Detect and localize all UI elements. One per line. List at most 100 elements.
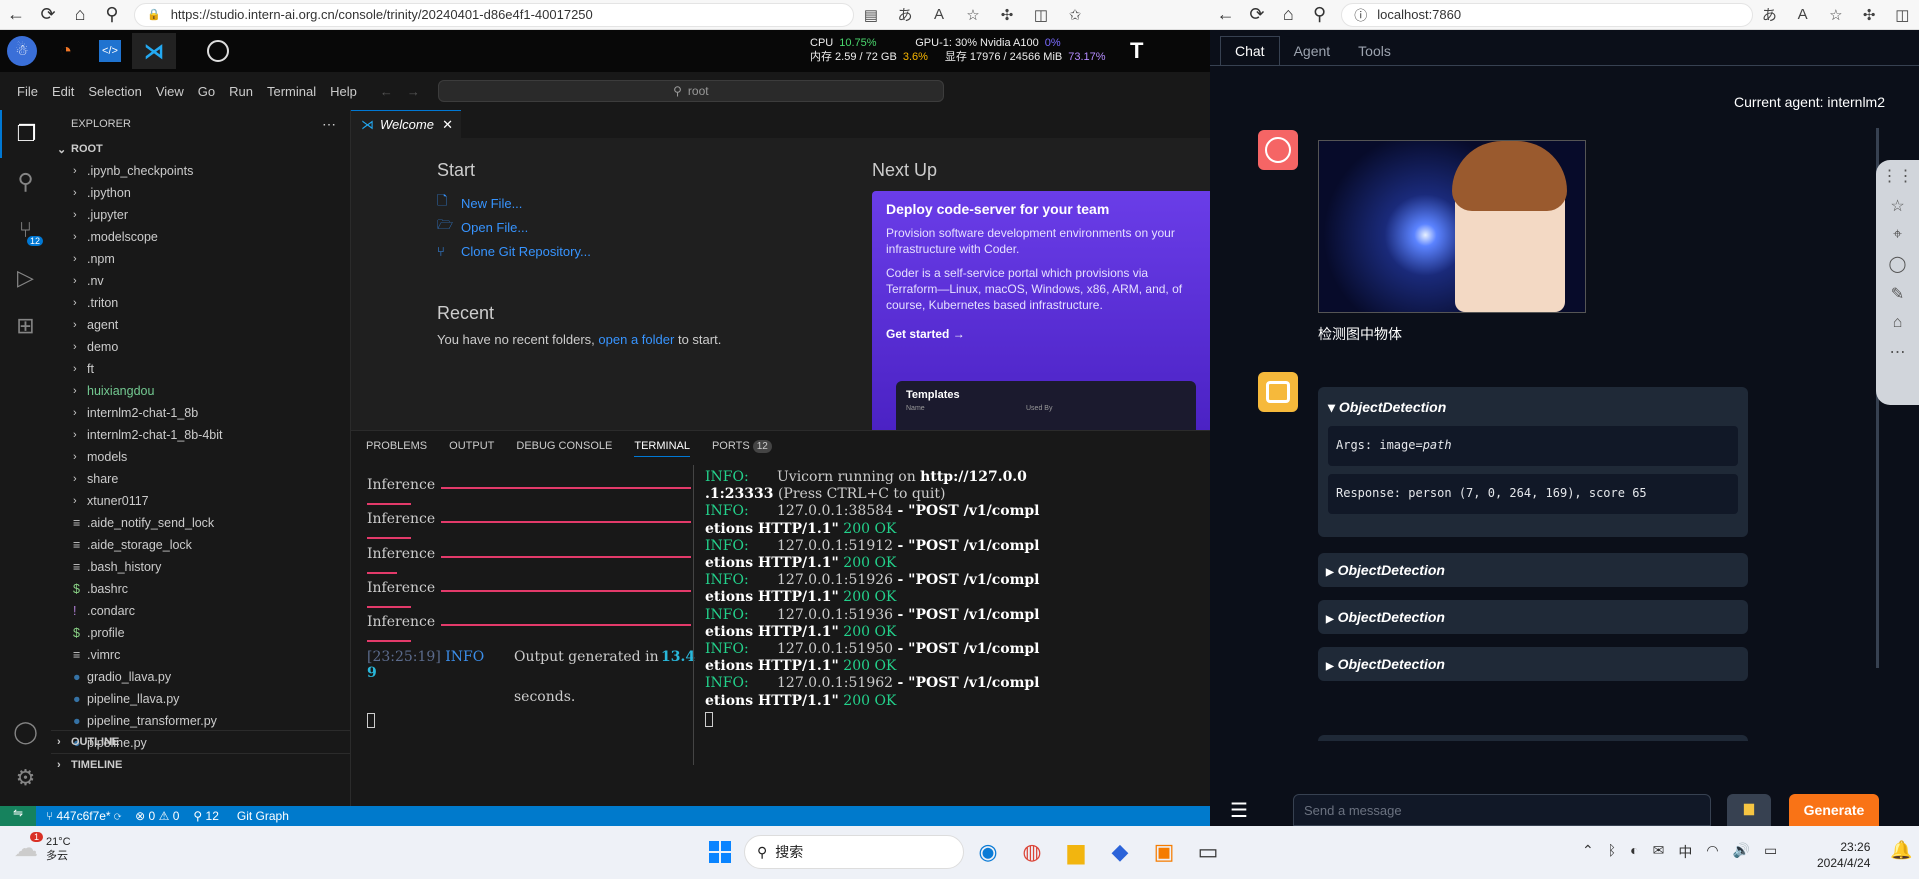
back-icon[interactable]: ← (0, 4, 32, 25)
extensions-icon[interactable]: ✣ (990, 6, 1024, 24)
back-icon[interactable]: ← (1210, 4, 1241, 25)
tree-folder[interactable]: › .ipython (51, 182, 350, 204)
split-screen-icon[interactable]: ◫ (1886, 6, 1919, 24)
windows-start-icon[interactable] (700, 832, 740, 872)
open-file-link[interactable]: 🗁 Open File... (437, 215, 767, 239)
nav-back-icon[interactable]: ← (380, 84, 393, 99)
tab-tools[interactable]: Tools (1344, 37, 1405, 65)
open-folder-link[interactable]: open a folder (598, 332, 674, 347)
terminal-icon[interactable]: ▭ (1188, 832, 1228, 872)
menu-terminal[interactable]: Terminal (260, 84, 323, 99)
refresh-icon[interactable]: ⟳ (1241, 4, 1272, 25)
terminal-left[interactable]: Inference Inference Inference Inference Infe… (351, 465, 695, 765)
tree-folder[interactable]: › agent (51, 314, 350, 336)
compass-icon[interactable] (196, 33, 240, 69)
menu-selection[interactable]: Selection (81, 84, 148, 99)
code-icon[interactable]: </> (88, 33, 132, 69)
tree-folder[interactable]: › huixiangdou (51, 380, 350, 402)
command-center-search[interactable]: ⚲ root (437, 80, 944, 102)
settings-gear-icon[interactable]: ⚙ (0, 754, 51, 802)
run-debug-icon[interactable]: ▷ (0, 254, 51, 302)
menu-help[interactable]: Help (323, 84, 364, 99)
weather-widget[interactable]: ☁ 1 21°C 多云 (14, 832, 71, 863)
extensions-icon[interactable]: ✣ (1853, 6, 1886, 24)
ports-item[interactable]: ⚲ 12 (193, 809, 219, 823)
coder-promo-card[interactable]: Deploy code-server for your team Provisi… (872, 191, 1210, 431)
tree-folder[interactable]: › internlm2-chat-1_8b-4bit (51, 424, 350, 446)
tree-folder[interactable]: › ft (51, 358, 350, 380)
address-bar[interactable]: 🔒 https://studio.intern-ai.org.cn/consol… (134, 2, 854, 27)
terminal-right[interactable]: INFO: Uvicorn running on http://127.0.0 .1… (701, 465, 1201, 785)
tree-folder[interactable]: › .triton (51, 292, 350, 314)
read-aloud-icon[interactable]: A (922, 6, 956, 23)
clock[interactable]: 23:26 2024/4/24 (1817, 839, 1870, 871)
tab-welcome[interactable]: ⋊ Welcome ✕ (351, 110, 461, 138)
home-icon[interactable]: ⌂ (64, 4, 96, 25)
sublime-icon[interactable]: ▣ (1144, 832, 1184, 872)
menu-view[interactable]: View (149, 84, 191, 99)
tree-folder[interactable]: › demo (51, 336, 350, 358)
panel-tab-terminal[interactable]: TERMINAL (634, 440, 690, 457)
tree-file[interactable]: ● pipeline_llava.py (51, 688, 350, 710)
tree-folder[interactable]: › .npm (51, 248, 350, 270)
chevron-up-icon[interactable]: ⌃ (1582, 842, 1594, 862)
explorer-icon[interactable]: ❐ (0, 110, 51, 158)
vscode-icon[interactable]: ⋊ (132, 33, 176, 69)
refresh-icon[interactable]: ⟳ (32, 4, 64, 25)
split-screen-icon[interactable]: ◫ (1024, 6, 1058, 24)
pen-icon[interactable]: ✎ (1891, 284, 1904, 304)
tree-folder[interactable]: › .ipynb_checkpoints (51, 160, 350, 182)
taskbar-search[interactable]: ⚲ 搜索 (744, 835, 964, 869)
tree-file[interactable]: $ .bashrc (51, 578, 350, 600)
tree-folder[interactable]: › xtuner0117 (51, 490, 350, 512)
tree-file[interactable]: ≡ .aide_notify_send_lock (51, 512, 350, 534)
tree-folder[interactable]: › internlm2-chat-1_8b (51, 402, 350, 424)
panel-tab-output[interactable]: OUTPUT (449, 440, 494, 452)
timeline-section[interactable]: › TIMELINE (51, 753, 351, 775)
app-icon[interactable]: ◆ (1100, 832, 1140, 872)
menu-go[interactable]: Go (191, 84, 222, 99)
tab-agent[interactable]: Agent (1280, 37, 1345, 65)
tab-chat[interactable]: Chat (1220, 36, 1280, 65)
more-actions-icon[interactable]: ⋯ (322, 116, 336, 133)
chrome-icon[interactable]: ◍ (1012, 832, 1052, 872)
close-icon[interactable]: ✕ (442, 117, 453, 133)
nav-forward-icon[interactable]: → (407, 84, 420, 99)
branch-item[interactable]: ⑂ 447c6f7e* ⟳ (46, 809, 121, 823)
clone-repo-link[interactable]: ⑂ Clone Git Repository... (437, 239, 767, 263)
tree-file[interactable]: ≡ .vimrc (51, 644, 350, 666)
tree-root[interactable]: ⌄ ROOT (51, 138, 350, 160)
address-bar[interactable]: ⓘ localhost:7860 (1341, 2, 1753, 27)
tree-folder[interactable]: › share (51, 468, 350, 490)
search-icon[interactable]: ⚲ (96, 4, 128, 25)
tool-call-collapsed[interactable]: ▶ ObjectDetection (1318, 553, 1748, 587)
menu-file[interactable]: File (10, 84, 45, 99)
home-icon[interactable]: ⌂ (1893, 314, 1903, 332)
apps-grid-icon[interactable]: ⋮⋮ (1882, 166, 1914, 186)
search-icon[interactable]: ⚲ (0, 158, 51, 206)
new-file-link[interactable]: 🗋 New File... (437, 191, 767, 215)
source-control-icon[interactable]: ⑂ 12 (0, 206, 51, 254)
favorites-bar-icon[interactable]: ✩ (1058, 6, 1092, 24)
tree-file[interactable]: ● gradio_llava.py (51, 666, 350, 688)
tool-call-collapsed[interactable]: ▶ ObjectDetection (1318, 600, 1748, 634)
reader-icon[interactable]: ▤ (854, 6, 888, 24)
tree-folder[interactable]: › .jupyter (51, 204, 350, 226)
outline-section[interactable]: › OUTLINE (51, 731, 351, 753)
menu-hamburger-icon[interactable]: ☰ (1230, 798, 1248, 823)
tool-call-summary[interactable]: ▾ ObjectDetection (1328, 399, 1738, 416)
file-explorer-icon[interactable]: ▆ (1056, 832, 1096, 872)
ime-language[interactable]: 中 (1678, 842, 1692, 862)
favorite-icon[interactable]: ☆ (956, 6, 990, 24)
tree-folder[interactable]: › .nv (51, 270, 350, 292)
star-icon[interactable]: ☆ (1890, 196, 1904, 216)
upload-file-button[interactable]: ▆ (1727, 794, 1771, 826)
studio-logo-icon[interactable]: ☃ (0, 33, 44, 69)
panel-tab-debug-console[interactable]: DEBUG CONSOLE (516, 440, 612, 452)
volume-icon[interactable]: 🔊 (1733, 842, 1750, 862)
tree-file[interactable]: ● pipeline_transformer.py (51, 710, 350, 732)
git-graph-item[interactable]: Git Graph (237, 809, 289, 823)
translate-icon[interactable]: あ (888, 4, 922, 25)
uploaded-anime-image[interactable] (1318, 140, 1586, 313)
tree-file[interactable]: ≡ .bash_history (51, 556, 350, 578)
